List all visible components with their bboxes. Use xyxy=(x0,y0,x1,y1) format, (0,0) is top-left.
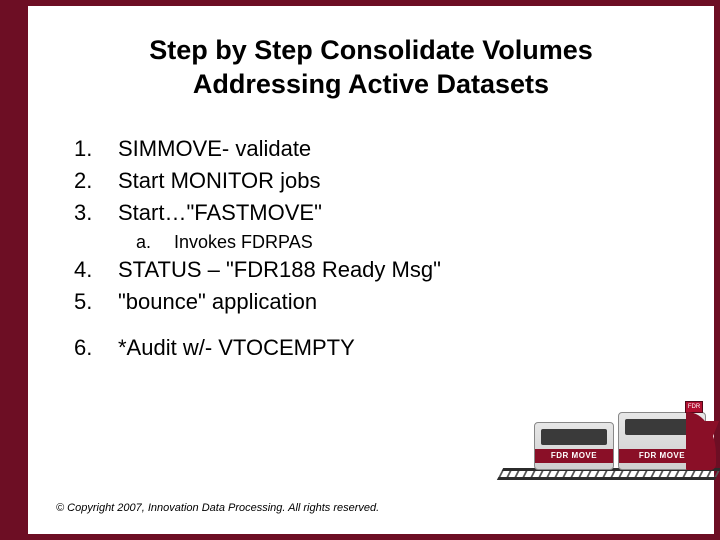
item-text: STATUS – "FDR188 Ready Msg" xyxy=(118,257,714,283)
item-number: 3. xyxy=(74,200,118,226)
copyright-text: © Copyright 2007, Innovation Data Proces… xyxy=(56,502,379,514)
title-line-2: Addressing Active Datasets xyxy=(193,69,549,99)
item-text: SIMMOVE- validate xyxy=(118,136,714,162)
list-item: 6. *Audit w/- VTOCEMPTY xyxy=(74,335,714,361)
title-line-1: Step by Step Consolidate Volumes xyxy=(149,35,593,65)
list-item: 4. STATUS – "FDR188 Ready Msg" xyxy=(74,257,714,283)
slide-body: 1. SIMMOVE- validate 2. Start MONITOR jo… xyxy=(28,102,714,361)
item-text: Start…"FASTMOVE" xyxy=(118,200,714,226)
subitem-number: a. xyxy=(136,232,174,253)
item-number: 1. xyxy=(74,136,118,162)
list-item: 1. SIMMOVE- validate xyxy=(74,136,714,162)
item-number: 2. xyxy=(74,168,118,194)
train-illustration: FDR MOVE FDR MOVE FDR xyxy=(514,376,714,486)
subitem-text: Invokes FDRPAS xyxy=(174,232,313,253)
list-subitem: a. Invokes FDRPAS xyxy=(136,232,714,253)
slide: Step by Step Consolidate Volumes Address… xyxy=(28,6,714,534)
item-text: "bounce" application xyxy=(118,289,714,315)
list-item: 5. "bounce" application xyxy=(74,289,714,315)
item-text: Start MONITOR jobs xyxy=(118,168,714,194)
slide-title: Step by Step Consolidate Volumes Address… xyxy=(28,6,714,102)
item-text: *Audit w/- VTOCEMPTY xyxy=(118,335,714,361)
item-number: 4. xyxy=(74,257,118,283)
train-label: FDR MOVE xyxy=(535,449,613,463)
item-number: 5. xyxy=(74,289,118,315)
item-number: 6. xyxy=(74,335,118,361)
train-car-icon: FDR MOVE xyxy=(534,422,614,470)
list-item: 3. Start…"FASTMOVE" xyxy=(74,200,714,226)
list-item: 2. Start MONITOR jobs xyxy=(74,168,714,194)
